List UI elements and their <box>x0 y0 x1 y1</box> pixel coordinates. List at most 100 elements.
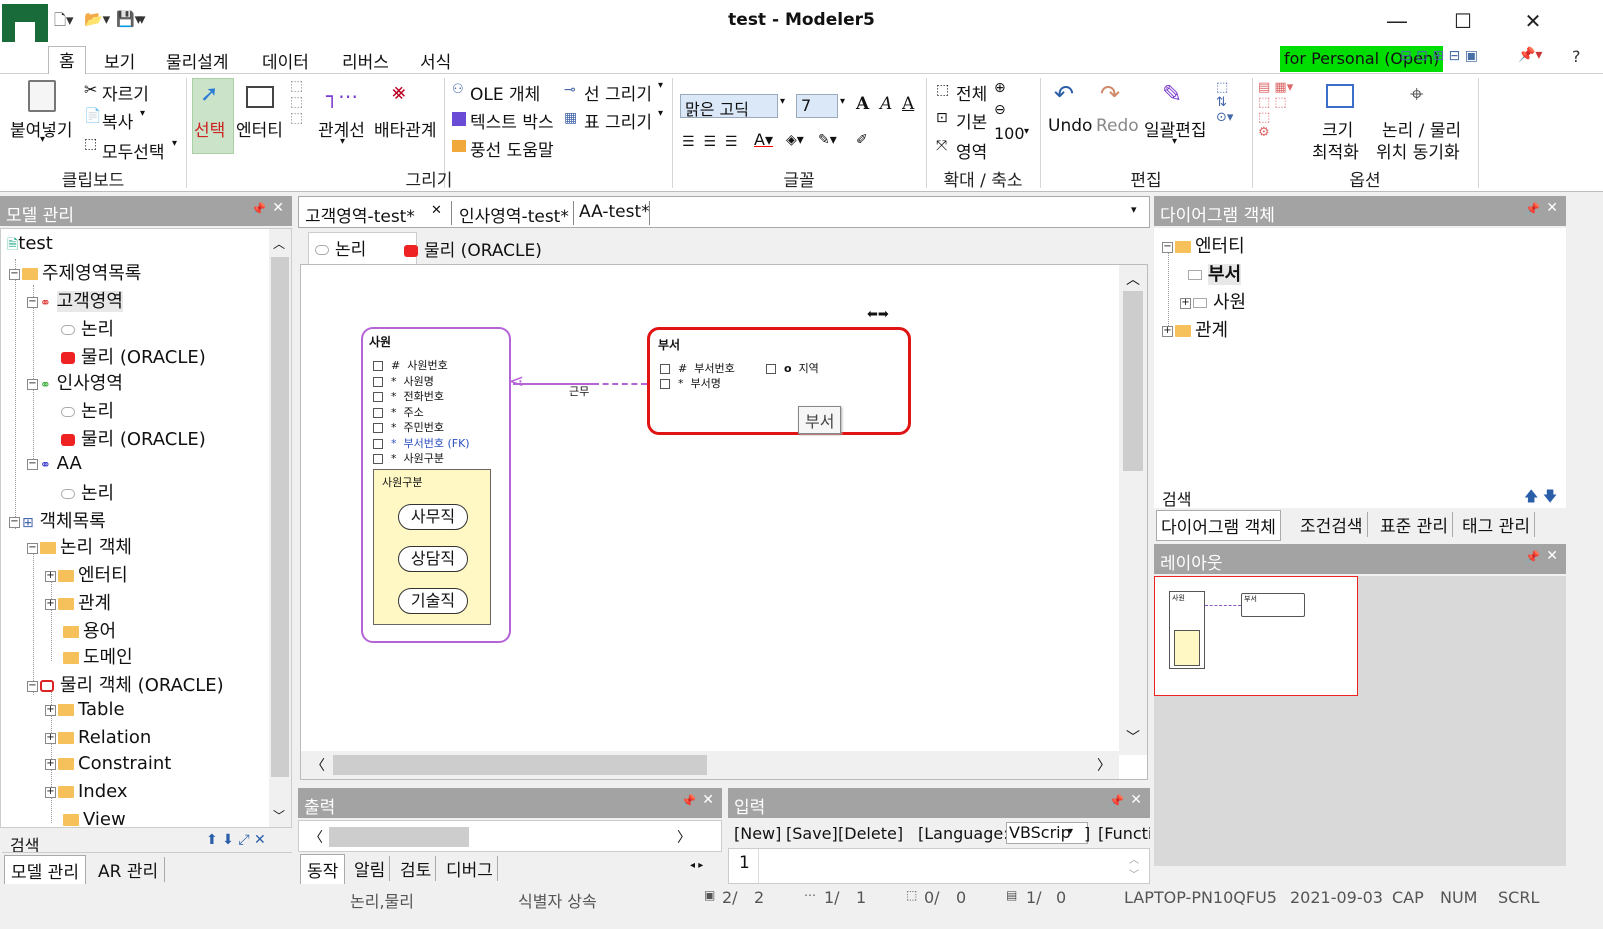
close-button[interactable]: ✕ <box>1510 6 1556 36</box>
view-tab-physical[interactable]: 물리 (ORACLE) <box>404 236 542 261</box>
zoom-area-button[interactable]: 영역 <box>956 138 987 163</box>
tab-ar-management[interactable]: AR 관리 <box>92 857 166 882</box>
script-editor[interactable]: 1 ︿ ﹀ <box>728 848 1150 884</box>
close-tab-icon[interactable]: ✕ <box>431 203 442 218</box>
cut-button[interactable]: 자르기 <box>102 80 149 105</box>
tree-item-physical-objects[interactable]: − 물리 객체 (ORACLE) <box>27 671 224 697</box>
attribute-row[interactable]: * 사원명 <box>373 373 434 389</box>
close-icon[interactable]: ✕ <box>272 200 284 216</box>
subtype-counsel[interactable]: 상담직 <box>398 546 468 572</box>
zoom-basic-button[interactable]: 기본 <box>956 108 987 133</box>
attribute-row-fk[interactable]: * 부서번호 (FK) <box>373 435 470 451</box>
tree-item-employee[interactable]: + 사원 <box>1180 288 1246 314</box>
tab-reverse[interactable]: 리버스 <box>342 48 389 73</box>
close-icon[interactable]: ✕ <box>1546 548 1558 564</box>
pin-icon[interactable]: 📌 <box>1525 550 1540 564</box>
tree-item-department[interactable]: 부서 <box>1188 260 1242 286</box>
entity-department[interactable]: 부서 # 부서번호 * 부서명 o 지역 부서 <box>647 327 911 435</box>
tab-debug[interactable]: 디버그 <box>442 856 498 881</box>
select-all-button[interactable]: 모두선택 <box>102 138 165 163</box>
line-color-icon[interactable]: ✎▾ <box>818 132 837 148</box>
layout-viewport[interactable]: 사원 부서 <box>1154 576 1358 696</box>
zoom-all-button[interactable]: 전체 <box>956 80 987 105</box>
layout-icons[interactable]: ⊟ ⊡ ⊞ ⊟ ▣ <box>1400 48 1478 64</box>
tree-item-object-list[interactable]: − ⊞ 객체목록 <box>9 507 106 533</box>
redo-button[interactable]: Redo <box>1096 116 1139 136</box>
pin-icon[interactable]: 📌 <box>1109 794 1124 808</box>
tree-item-logical-objects[interactable]: − 논리 객체 <box>27 533 132 559</box>
tree-item-terms[interactable]: 용어 <box>63 617 116 643</box>
exclusive-relation-button[interactable]: 배타관계 <box>374 116 437 141</box>
align-icons[interactable]: ☰ ☰ ☰ <box>682 134 737 150</box>
close-icon[interactable]: ✕ <box>702 792 714 808</box>
doc-tab-customer[interactable]: 고객영역-test* <box>305 202 415 227</box>
tree-item-relation[interactable]: + Relation <box>45 727 151 748</box>
tab-model-management[interactable]: 모델 관리 <box>4 855 86 886</box>
zoom-in-icon[interactable]: ⊕ <box>994 80 1006 96</box>
model-tree-scrollbar[interactable]: ︿ ﹀ <box>269 229 291 827</box>
tree-item-customer-area[interactable]: − ⚭ 고객영역 <box>27 287 123 313</box>
tab-data[interactable]: 데이터 <box>262 48 309 73</box>
grow-font-icon[interactable]: A <box>856 94 869 114</box>
tree-item-index[interactable]: + Index <box>45 781 128 802</box>
format-painter-icon[interactable]: ✐ <box>856 132 868 148</box>
scroll-left-icon[interactable]: 〈 <box>309 827 323 847</box>
tree-nav-icons[interactable]: ⬆ ⬇ ⤢ ✕ <box>206 832 266 848</box>
minimize-button[interactable]: ― <box>1374 6 1420 36</box>
relation-line-dashed[interactable] <box>593 383 647 385</box>
undo-button[interactable]: Undo <box>1048 116 1092 136</box>
tree-item-entities[interactable]: − 엔터티 <box>1162 232 1245 258</box>
tab-physical-design[interactable]: 물리설계 <box>166 48 229 73</box>
close-icon[interactable]: ✕ <box>1130 792 1142 808</box>
save-script-button[interactable]: [Save] <box>786 824 838 843</box>
tree-item-physical-1[interactable]: 물리 (ORACLE) <box>61 343 206 369</box>
attribute-row[interactable]: * 주민번호 <box>373 419 444 435</box>
zoom-level-select[interactable]: 100 <box>994 124 1025 143</box>
attribute-row[interactable]: # 사원번호 <box>373 357 448 373</box>
balloon-help-button[interactable]: 풍선 도움말 <box>470 136 554 161</box>
tree-item-logical-1[interactable]: 논리 <box>61 315 114 341</box>
tab-format[interactable]: 서식 <box>420 48 451 73</box>
tree-item-constraint[interactable]: + Constraint <box>45 753 171 774</box>
location-sync-label2[interactable]: 위치 동기화 <box>1376 138 1460 163</box>
edit-small-icons[interactable]: ⬚ ⇅ ⊙▾ <box>1216 80 1233 125</box>
tree-item-subject-areas[interactable]: − 주제영역목록 <box>9 259 141 285</box>
tree-item-relations[interactable]: + 관계 <box>1162 316 1228 342</box>
tab-list-dropdown-icon[interactable]: ▾ <box>1131 203 1137 216</box>
tab-review[interactable]: 검토 <box>396 856 437 881</box>
tree-item-hr-area[interactable]: − ⚭ 인사영역 <box>27 369 123 395</box>
editor-scroll-icons[interactable]: ︿ ﹀ <box>1129 851 1139 881</box>
line-draw-button[interactable]: 선 그리기 <box>584 80 652 105</box>
scroll-right-icon[interactable]: 〉 <box>677 827 691 847</box>
tree-item-relations[interactable]: + 관계 <box>45 589 111 615</box>
tree-item-logical-2[interactable]: 논리 <box>61 397 114 423</box>
tab-notify[interactable]: 알림 <box>350 856 391 881</box>
zoom-out-icon[interactable]: ⊖ <box>994 102 1006 118</box>
size-optimize-label2[interactable]: 최적화 <box>1312 138 1359 163</box>
italic-font-icon[interactable]: A <box>880 94 892 114</box>
language-select[interactable]: VBScrip <box>1006 822 1088 844</box>
entity-employee[interactable]: 사원 # 사원번호 * 사원명 * 전화번호 * 주소 * 주민번호 * 부서번… <box>361 327 511 643</box>
option-small-icons[interactable]: ▤ ▦▾ ⬚ ⬚ ⬚ ⚙ <box>1258 80 1293 140</box>
attribute-row[interactable]: # 부서번호 <box>660 360 735 376</box>
tab-condition-search[interactable]: 조건검색 <box>1296 512 1368 537</box>
pin-icon[interactable]: 📌 <box>251 202 266 216</box>
view-tab-logical[interactable]: 논리 <box>308 232 418 265</box>
tree-item-table[interactable]: + Table <box>45 699 125 720</box>
pin-icon[interactable]: 📌 <box>681 794 696 808</box>
move-handle-icon[interactable]: ⬅➡ <box>867 307 889 322</box>
subtype-tech[interactable]: 기술직 <box>398 588 468 614</box>
close-icon[interactable]: ✕ <box>1546 200 1558 216</box>
underline-font-icon[interactable]: A <box>902 94 914 114</box>
canvas-horizontal-scrollbar[interactable]: 〈 〉 <box>301 751 1119 779</box>
font-color-icon[interactable]: A▾ <box>754 130 773 149</box>
textbox-button[interactable]: 텍스트 박스 <box>470 108 554 133</box>
function-button[interactable]: [Functi <box>1098 824 1150 843</box>
attribute-row[interactable]: * 사원구분 <box>373 450 444 466</box>
tab-scroll-icons[interactable]: ◂ ▸ <box>690 860 703 871</box>
pin-icon[interactable]: 📌▾ <box>1518 47 1542 63</box>
attribute-row[interactable]: * 전화번호 <box>373 388 444 404</box>
tab-tag-management[interactable]: 태그 관리 <box>1458 512 1535 537</box>
tree-item-view[interactable]: View <box>63 809 126 830</box>
tree-item-root[interactable]: 🗎test <box>7 233 53 258</box>
